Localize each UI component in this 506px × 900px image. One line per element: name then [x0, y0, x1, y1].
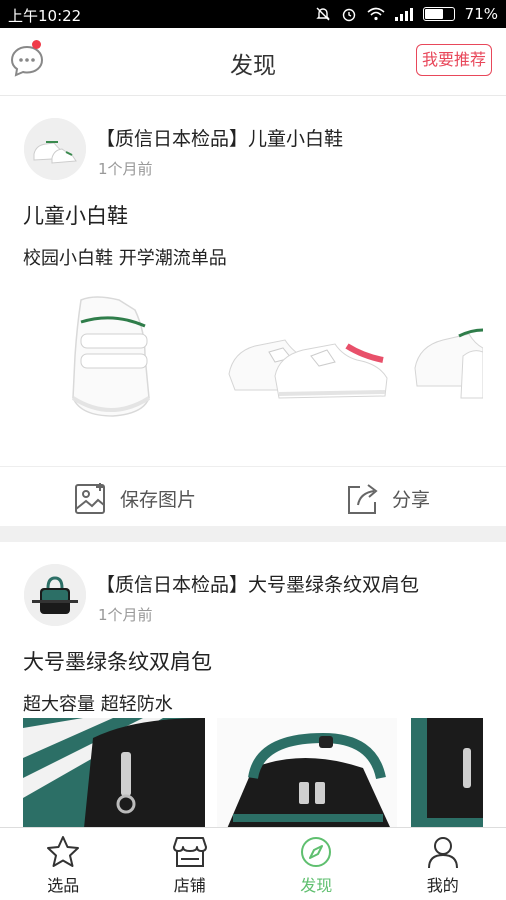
- tab-label: 店铺: [173, 876, 206, 895]
- save-image-button[interactable]: 保存图片: [74, 481, 196, 515]
- post-avatar[interactable]: [24, 118, 86, 180]
- post-description: 校园小白鞋 开学潮流单品: [23, 248, 227, 269]
- tab-profile[interactable]: 我的: [380, 828, 506, 900]
- tab-label: 我的: [426, 876, 459, 895]
- save-image-label: 保存图片: [120, 488, 197, 511]
- product-image-shoe-side[interactable]: [414, 328, 483, 399]
- share-button[interactable]: 分享: [346, 481, 430, 515]
- feed[interactable]: 【质信日本检品】儿童小白鞋 1个月前 儿童小白鞋 校园小白鞋 开学潮流单品 保存…: [0, 96, 506, 838]
- star-icon: [47, 836, 80, 867]
- tab-store[interactable]: 店铺: [127, 828, 254, 900]
- post-card: 【质信日本检品】大号墨绿条纹双肩包 1个月前 大号墨绿条纹双肩包 超大容量 超轻…: [0, 542, 506, 838]
- bottom-tab-bar: 选品 店铺 发现 我的: [0, 827, 506, 900]
- battery-percent: 71%: [464, 5, 498, 23]
- product-image-shoe-pair[interactable]: [228, 339, 388, 399]
- status-time: 上午10:22: [8, 7, 82, 25]
- signal-icon: [394, 7, 413, 21]
- battery-icon: [422, 7, 455, 21]
- post-image-gallery[interactable]: [23, 286, 483, 436]
- store-icon: [172, 837, 207, 867]
- tab-discover[interactable]: 发现: [253, 828, 380, 900]
- post-title: 【质信日本检品】大号墨绿条纹双肩包: [96, 574, 420, 596]
- post-card: 【质信日本检品】儿童小白鞋 1个月前 儿童小白鞋 校园小白鞋 开学潮流单品 保存…: [0, 96, 506, 526]
- post-avatar[interactable]: [24, 564, 86, 626]
- product-image-shoe-front[interactable]: [71, 296, 151, 417]
- wifi-icon: [367, 7, 385, 21]
- share-label: 分享: [392, 488, 431, 511]
- alarm-icon: [342, 8, 355, 22]
- tab-label: 发现: [300, 876, 333, 895]
- product-image-bag-zipper[interactable]: [23, 718, 205, 838]
- compass-icon: [301, 837, 332, 867]
- post-description: 超大容量 超轻防水: [23, 694, 173, 715]
- status-icons: 71%: [315, 5, 498, 23]
- user-icon: [427, 837, 458, 869]
- post-name: 大号墨绿条纹双肩包: [23, 650, 212, 674]
- recommend-button[interactable]: 我要推荐: [415, 44, 492, 76]
- tab-label: 选品: [47, 876, 80, 895]
- post-actions: 保存图片 分享: [0, 466, 506, 527]
- post-divider: [0, 526, 506, 542]
- post-image-gallery[interactable]: [23, 718, 483, 838]
- mute-bell-icon: [315, 7, 330, 21]
- image-add-icon: [75, 483, 105, 514]
- post-time: 1个月前: [98, 160, 153, 178]
- product-image-bag-detail[interactable]: [411, 718, 483, 838]
- product-image-bag-top[interactable]: [217, 718, 397, 838]
- post-time: 1个月前: [98, 606, 153, 624]
- post-title: 【质信日本检品】儿童小白鞋: [96, 128, 344, 150]
- app-header: 发现 我要推荐: [0, 28, 506, 96]
- post-name: 儿童小白鞋: [23, 204, 128, 228]
- status-bar: 上午10:22 71%: [0, 0, 506, 28]
- tab-selection[interactable]: 选品: [0, 828, 127, 900]
- share-icon: [348, 484, 378, 514]
